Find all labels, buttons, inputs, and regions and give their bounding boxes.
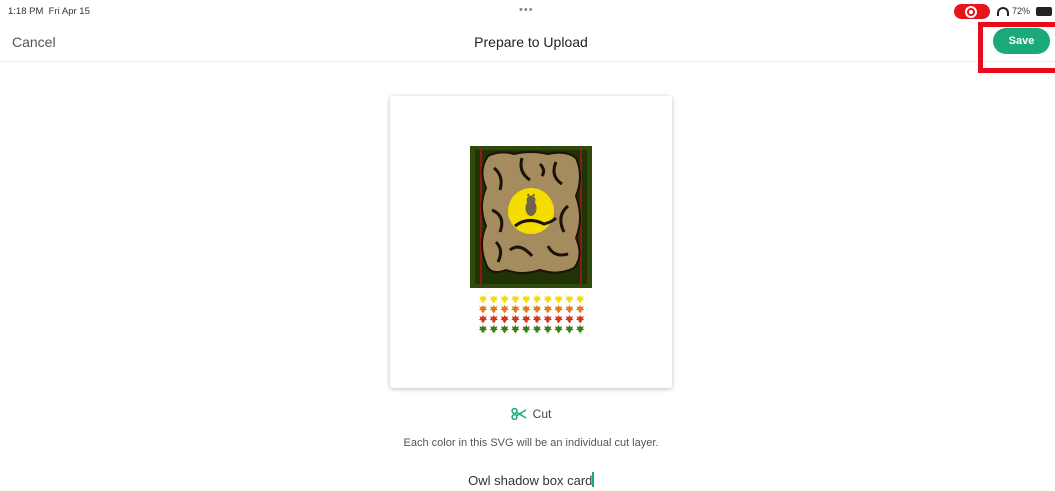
file-name-value[interactable]: Owl shadow box card [468,473,592,488]
layer-mode: Cut [0,406,1055,421]
page-title: Prepare to Upload [474,34,588,50]
wifi-icon [997,7,1009,16]
scissors-icon [511,407,527,420]
battery-icon [1036,7,1052,16]
status-clock: 1:18 PM [8,6,44,17]
maple-leaf-rows-image [478,294,585,334]
status-time: 1:18 PM Fri Apr 15 [8,6,90,17]
status-date: Fri Apr 15 [48,6,90,17]
screen-recording-icon[interactable] [954,4,990,19]
layer-info-text: Each color in this SVG will be an indivi… [403,437,659,449]
cut-label: Cut [532,406,552,421]
image-preview-card [390,96,672,388]
multitasking-dots-icon[interactable]: ••• [519,4,534,16]
save-button[interactable]: Save [993,28,1050,54]
file-name-field[interactable]: Owl shadow box card [0,472,1055,488]
status-bar: 1:18 PM Fri Apr 15 ••• 72% [0,0,1055,22]
battery-percentage: 72% [1012,6,1031,16]
owl-shadow-box-preview-image [470,146,592,288]
text-cursor [592,472,594,487]
navigation-bar: Cancel Prepare to Upload Save [0,22,1055,73]
